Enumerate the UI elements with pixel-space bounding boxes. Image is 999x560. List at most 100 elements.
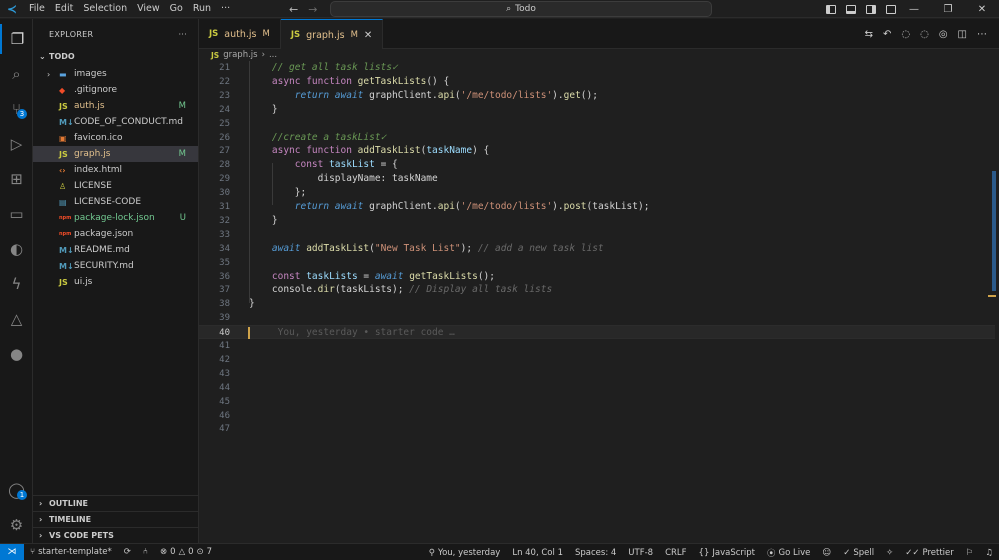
file-tree-item[interactable]: M↓ SECURITY.md [33,258,198,274]
toggle-primary-sidebar-icon[interactable] [826,4,836,14]
git-branch[interactable]: ⑂ starter-template* [24,547,118,557]
minimize-icon[interactable]: — [897,0,931,18]
menu-go[interactable]: Go [165,0,188,18]
notifications-bell-icon[interactable]: ♫ [979,548,999,558]
code-line[interactable]: 27 async function addTaskList(taskName) … [199,144,995,158]
search-activity-icon[interactable]: ⌕ [0,59,33,89]
git-blame[interactable]: ⚲ You, yesterday [423,548,507,558]
more-actions-icon[interactable]: ⋯ [977,29,987,40]
end-of-line[interactable]: CRLF [659,548,692,558]
cursor-position[interactable]: Ln 40, Col 1 [506,548,569,558]
sync-icon[interactable]: ⟳ [118,547,137,557]
close-icon[interactable]: ✕ [364,30,372,41]
breadcrumb-symbol[interactable]: ... [269,50,277,60]
code-line[interactable]: 24 } [199,103,995,117]
problems-indicator[interactable]: ⊗ 0 △ 0 ⊙ 7 [154,547,218,557]
forward-arrow-icon[interactable]: → [308,3,317,16]
file-tree-item[interactable]: › ▬ images [33,66,198,82]
file-tree-item[interactable]: ‹› index.html [33,162,198,178]
file-tree-item[interactable]: JS graph.js M [33,146,198,162]
breadcrumb-file[interactable]: graph.js [223,50,257,60]
menu-view[interactable]: View [132,0,165,18]
next-change-icon[interactable]: ◌ [920,29,929,40]
restore-icon[interactable]: ❐ [931,0,965,18]
toggle-secondary-sidebar-icon[interactable] [866,4,876,14]
code-line[interactable]: 36 const taskLists = await getTaskLists(… [199,270,995,284]
file-tree-item[interactable]: JS auth.js M [33,98,198,114]
go-back-change-icon[interactable]: ↶ [883,29,891,40]
file-tree-item[interactable]: M↓ CODE_OF_CONDUCT.md [33,114,198,130]
file-tree-item[interactable]: JS ui.js [33,274,198,290]
code-line[interactable]: 42 [199,353,995,367]
menu-more[interactable]: ··· [216,0,235,18]
customize-layout-icon[interactable] [886,4,896,14]
code-line[interactable]: 30 }; [199,186,995,200]
code-line[interactable]: 33 [199,228,995,242]
file-tree-item[interactable]: M↓ README.md [33,242,198,258]
command-center[interactable]: ⌕ Todo [330,1,712,17]
code-line[interactable]: 37 console.dir(taskLists); // Display al… [199,283,995,297]
code-line[interactable]: 35 [199,256,995,270]
file-tree-item[interactable]: ▤ LICENSE-CODE [33,194,198,210]
accounts-icon[interactable]: ◯ 1 [0,475,33,505]
menu-selection[interactable]: Selection [78,0,132,18]
spell-check[interactable]: ✓ Spell [837,548,880,558]
file-tree-item[interactable]: ▣ favicon.ico [33,130,198,146]
code-line[interactable]: 22 async function getTaskLists() { [199,75,995,89]
language-mode[interactable]: {} JavaScript [693,548,761,558]
menu-edit[interactable]: Edit [50,0,78,18]
extensions-icon[interactable]: ⊞ [0,164,33,194]
code-line[interactable]: 32 } [199,214,995,228]
vscode-pets-section[interactable]: › VS CODE PETS [33,527,199,543]
git-graph-icon[interactable]: ◐ [0,234,33,264]
previous-change-icon[interactable]: ◌ [901,29,910,40]
code-line[interactable]: 47 [199,422,995,436]
github-icon[interactable]: ● [0,339,33,369]
git-timeline-icon[interactable]: ◎ [939,29,948,40]
settings-gear-icon[interactable]: ⚙ [0,510,33,540]
pets-icon[interactable]: ☺ [816,548,837,558]
code-line[interactable]: 45 [199,395,995,409]
encoding[interactable]: UTF-8 [622,548,659,558]
tab-auth-js[interactable]: JS auth.js M [199,19,281,49]
explorer-more-icon[interactable]: ··· [178,30,187,39]
file-tree-item[interactable]: ◆ .gitignore [33,82,198,98]
code-line[interactable]: 43 [199,367,995,381]
live-share-icon[interactable]: ϟ [0,269,33,299]
tab-graph-js[interactable]: JS graph.js M ✕ [280,19,384,50]
feedback-icon[interactable]: ⚐ [960,548,980,558]
close-window-icon[interactable]: ✕ [965,0,999,18]
split-editor-icon[interactable]: ◫ [958,29,967,40]
remote-explorer-icon[interactable]: ▭ [0,199,33,229]
timeline-section[interactable]: › TIMELINE [33,511,199,527]
code-line[interactable]: 26 //create a taskList✓ [199,131,995,145]
code-line[interactable]: 38} [199,297,995,311]
run-debug-icon[interactable]: ▷ [0,129,33,159]
remote-indicator-icon[interactable]: ⋊ [0,543,24,560]
workspace-folder[interactable]: ⌄ TODO [33,49,198,63]
code-line[interactable]: 21 // get all task lists✓ [199,61,995,75]
code-line[interactable]: 23 return await graphClient.api('/me/tod… [199,89,995,103]
code-line[interactable]: 46 [199,409,995,423]
code-line[interactable]: 28 const taskList = { [199,158,995,172]
indentation[interactable]: Spaces: 4 [569,548,622,558]
code-line[interactable]: 31 return await graphClient.api('/me/tod… [199,200,995,214]
code-line[interactable]: 34 await addTaskList("New Task List"); /… [199,242,995,256]
go-live[interactable]: ⦿ Go Live [761,547,816,559]
publish-icon[interactable]: ⑃ [137,547,154,557]
file-tree-item[interactable]: npm package-lock.json U [33,210,198,226]
explorer-icon[interactable]: ❐ [0,24,33,54]
compare-changes-icon[interactable]: ⇆ [865,29,873,40]
outline-section[interactable]: › OUTLINE [33,495,199,511]
code-line[interactable]: 25 [199,117,995,131]
menu-file[interactable]: File [24,0,50,18]
back-arrow-icon[interactable]: ← [289,3,298,16]
current-code-line[interactable]: 40 You, yesterday • starter code … [199,325,995,340]
code-editor[interactable]: 21 // get all task lists✓ 22 async functi… [199,61,999,543]
code-line[interactable]: 39 [199,311,995,325]
sparkle-icon[interactable]: ✧ [880,548,899,558]
source-control-icon[interactable]: ⑂ 3 [0,94,33,124]
code-line[interactable]: 44 [199,381,995,395]
file-tree-item[interactable]: ♙ LICENSE [33,178,198,194]
azure-icon[interactable]: △ [0,304,33,334]
